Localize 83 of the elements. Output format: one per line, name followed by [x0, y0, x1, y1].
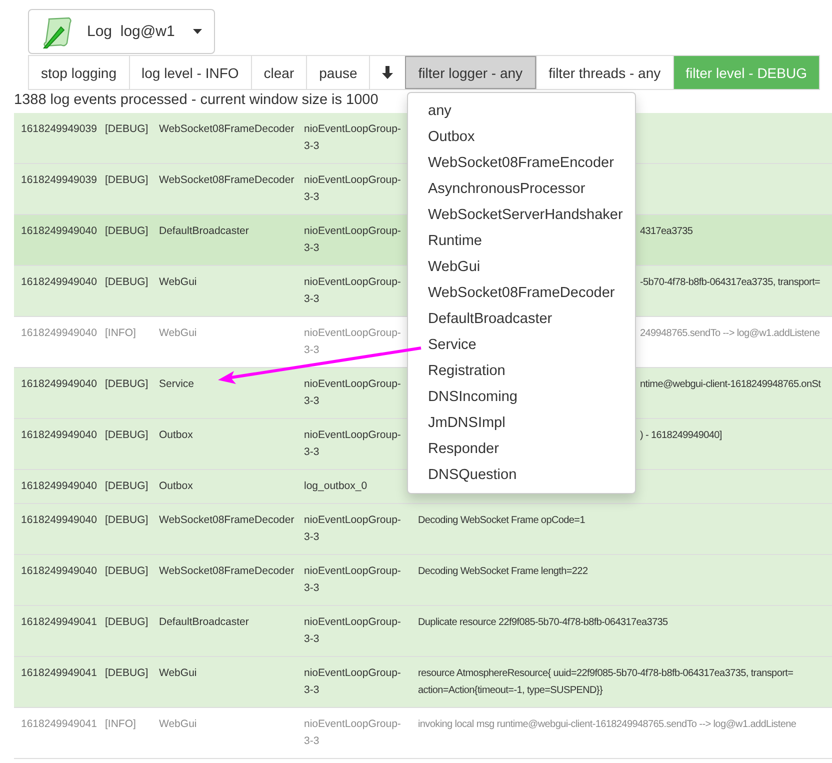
caret-icon	[193, 29, 202, 34]
message-text: Decoding WebSocket Frame opCode=1	[418, 514, 585, 528]
level-cell: [DEBUG]	[105, 123, 148, 135]
menu-item[interactable]: DefaultBroadcaster	[408, 306, 635, 332]
thread-cell-text: nioEventLoopGroup-3-3	[304, 173, 402, 205]
timestamp-cell: 1618249949041	[21, 718, 97, 730]
logger-cell: Outbox	[159, 429, 193, 441]
menu-item[interactable]: DNSIncoming	[408, 384, 635, 410]
logger-cell: WebGui	[159, 667, 197, 679]
timestamp-cell: 1618249949040	[21, 327, 97, 339]
message-text: Decoding WebSocket Frame length=222	[418, 565, 588, 579]
thread-cell-text: log_outbox_0	[304, 479, 368, 494]
timestamp-cell: 1618249949039	[21, 123, 97, 135]
timestamp-cell: 1618249949040	[21, 480, 97, 492]
thread-cell-text: nioEventLoopGroup-3-3	[304, 224, 402, 256]
thread-cell-text: nioEventLoopGroup-3-3	[304, 717, 402, 749]
timestamp-cell: 1618249949040	[21, 565, 97, 577]
timestamp-cell: 1618249949040	[21, 225, 97, 237]
thread-cell-text: nioEventLoopGroup-3-3	[304, 513, 402, 545]
level-cell: [DEBUG]	[105, 616, 148, 628]
menu-item[interactable]: AsynchronousProcessor	[408, 176, 635, 202]
timestamp-cell: 1618249949040	[21, 276, 97, 288]
menu-item[interactable]: WebGui	[408, 254, 635, 280]
level-cell: [DEBUG]	[105, 480, 148, 492]
logger-cell: DefaultBroadcaster	[159, 225, 249, 237]
level-cell: [DEBUG]	[105, 429, 148, 441]
level-cell: [DEBUG]	[105, 225, 148, 237]
menu-item[interactable]: Service	[408, 332, 635, 358]
message-text: ntime@webgui-client-1618249948765.onSt	[640, 378, 821, 392]
level-cell: [DEBUG]	[105, 276, 148, 288]
level-cell: [DEBUG]	[105, 378, 148, 390]
logger-cell: WebGui	[159, 327, 197, 339]
logger-cell: WebSocket08FrameDecoder	[159, 565, 294, 577]
thread-cell-text: nioEventLoopGroup-3-3	[304, 666, 402, 698]
thread-cell-text: nioEventLoopGroup-3-3	[304, 122, 402, 154]
menu-item[interactable]: DNSQuestion	[408, 462, 635, 488]
status-text: 1388 log events processed - current window size is 1000	[14, 92, 380, 109]
message-text: action=Action{timeout=-1, type=SUSPEND}}	[418, 684, 604, 698]
thread-cell-text: nioEventLoopGroup-3-3	[304, 564, 402, 596]
thread-cell-text: nioEventLoopGroup-3-3	[304, 275, 402, 307]
thread-cell-text: nioEventLoopGroup-3-3	[304, 615, 402, 647]
logger-cell: Outbox	[159, 480, 193, 492]
timestamp-cell: 1618249949039	[21, 174, 97, 186]
down-arrow-icon	[382, 66, 394, 79]
menu-item[interactable]: any	[408, 98, 635, 124]
menu-item[interactable]: Outbox	[408, 124, 635, 150]
timestamp-cell: 1618249949040	[21, 378, 97, 390]
message-text: resource AtmosphereResource{ uuid=22f9f085-5b70-4f78-b8fb-064317ea3735, transport=	[418, 667, 794, 681]
level-cell: [INFO]	[105, 327, 136, 339]
timestamp-cell: 1618249949041	[21, 616, 97, 628]
message-text: invoking local msg runtime@webgui-client-1618249948765.sendTo --> log@w1.addListene	[418, 718, 796, 732]
timestamp-cell: 1618249949040	[21, 514, 97, 526]
menu-item[interactable]: WebSocketServerHandshaker	[408, 202, 635, 228]
logger-cell: DefaultBroadcaster	[159, 616, 249, 628]
menu-item[interactable]: WebSocket08FrameEncoder	[408, 150, 635, 176]
timestamp-cell: 1618249949041	[21, 667, 97, 679]
timestamp-cell: 1618249949040	[21, 429, 97, 441]
thread-cell-text: nioEventLoopGroup-3-3	[304, 377, 402, 409]
thread-cell-text: nioEventLoopGroup-3-3	[304, 326, 402, 358]
menu-item[interactable]: Runtime	[408, 228, 635, 254]
log-service-select[interactable]: Log log@w1	[28, 9, 215, 54]
level-cell: [DEBUG]	[105, 667, 148, 679]
thread-cell-text: nioEventLoopGroup-3-3	[304, 428, 402, 460]
level-cell: [DEBUG]	[105, 514, 148, 526]
level-cell: [DEBUG]	[105, 565, 148, 577]
level-cell: [INFO]	[105, 718, 136, 730]
message-text: 4317ea3735	[640, 225, 693, 239]
menu-item[interactable]: JmDNSImpl	[408, 410, 635, 436]
menu-item[interactable]: WebSocket08FrameDecoder	[408, 280, 635, 306]
logger-cell: Service	[159, 378, 194, 390]
logger-cell: WebSocket08FrameDecoder	[159, 123, 294, 135]
logger-cell: WebSocket08FrameDecoder	[159, 514, 294, 526]
toolbar-button[interactable]: filter logger - any	[405, 56, 536, 89]
message-text: -5b70-4f78-b8fb-064317ea3735, transport=	[640, 276, 820, 290]
level-cell: [DEBUG]	[105, 174, 148, 186]
logger-cell: WebGui	[159, 718, 197, 730]
logger-cell: WebGui	[159, 276, 197, 288]
message-text: 249948765.sendTo --> log@w1.addListene	[640, 327, 820, 341]
menu-item[interactable]: Responder	[408, 436, 635, 462]
logger-cell: WebSocket08FrameDecoder	[159, 174, 294, 186]
message-text: ) - 1618249949040]	[640, 429, 722, 443]
menu-item[interactable]: Registration	[408, 358, 635, 384]
message-text: Duplicate resource 22f9f085-5b70-4f78-b8fb-064317ea3735	[418, 616, 668, 630]
